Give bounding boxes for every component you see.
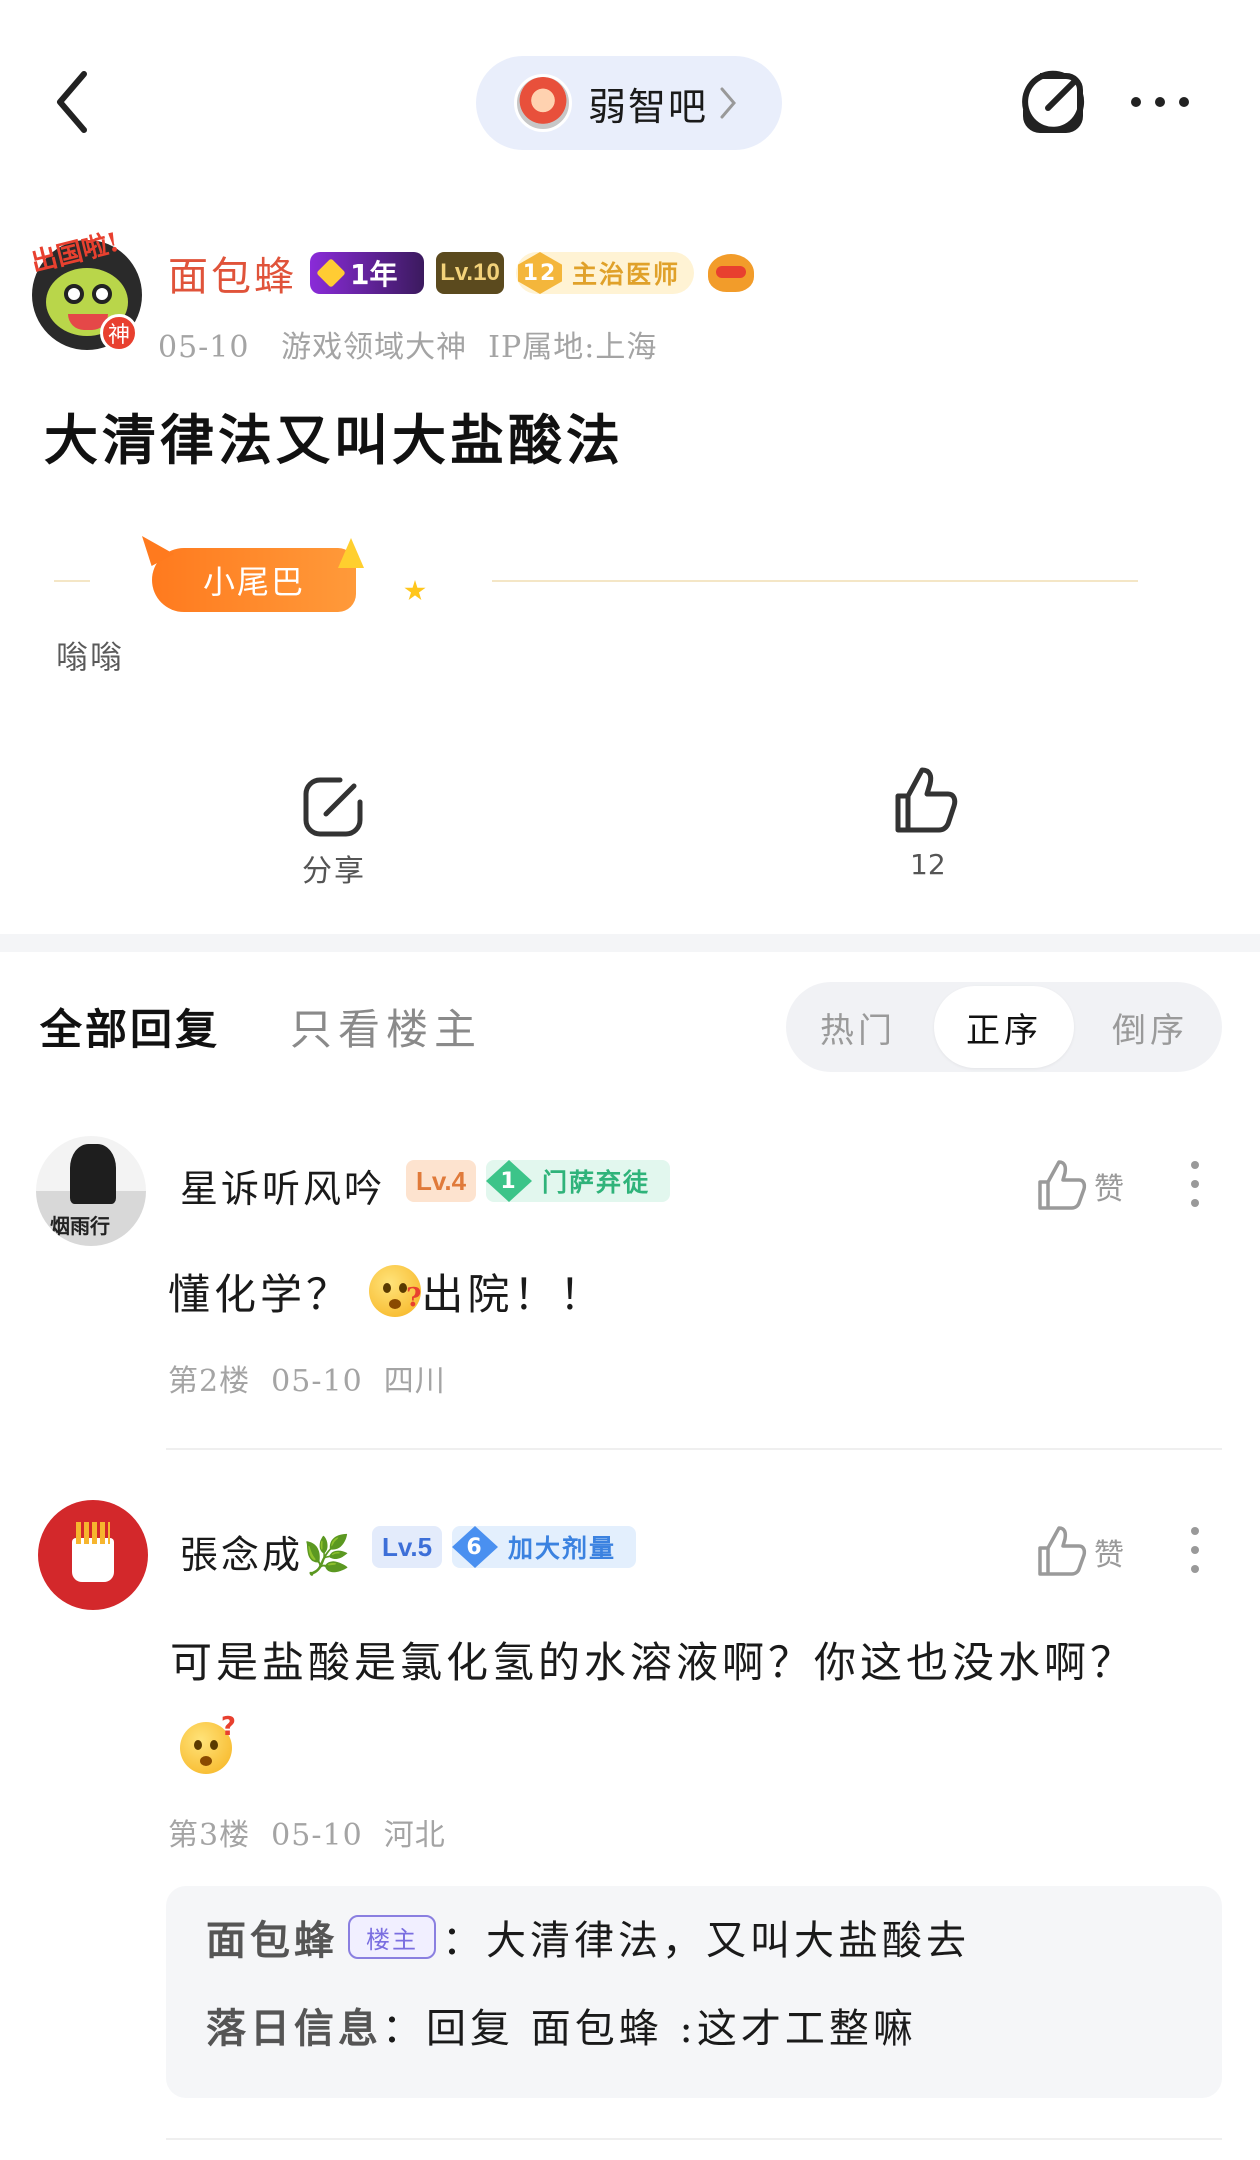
comment-text: 可是盐酸是氯化氢的水溶液啊？你这也没水啊？ <box>170 1638 1137 1687</box>
confused-emoji-icon <box>180 1712 236 1774</box>
share-label[interactable]: 分享 <box>302 846 366 890</box>
thumbs-up-icon[interactable] <box>1034 1158 1088 1212</box>
gem-icon <box>316 258 346 288</box>
more-icon[interactable] <box>1128 92 1192 112</box>
post-title: 大清律法又叫大盐酸法 <box>44 408 624 472</box>
thumbs-up-icon[interactable] <box>890 764 960 836</box>
commenter-level-badge[interactable]: Lv.4 <box>406 1160 476 1202</box>
commenter-title-badge[interactable]: 6 加大剂量 <box>452 1526 636 1568</box>
section-divider <box>0 934 1260 952</box>
member-year-badge[interactable]: 1年 <box>310 252 424 294</box>
share-icon[interactable] <box>1020 70 1086 136</box>
sub-reply-text: ：回复 面包蜂 :这才工整嘛 <box>382 2006 917 2052</box>
star-icon <box>404 580 426 601</box>
commenter-avatar[interactable] <box>36 1136 146 1246</box>
commenter-level-badge[interactable]: Lv.5 <box>372 1526 442 1568</box>
confused-emoji-icon <box>369 1255 425 1341</box>
post-date: 05-10 <box>158 330 250 365</box>
commenter-name[interactable]: 張念成🌿 <box>180 1524 353 1579</box>
post-meta: 05-10 游戏领域大神 IP属地:上海 <box>158 322 657 366</box>
sort-asc[interactable]: 正序 <box>934 986 1074 1068</box>
comment-divider <box>166 1448 1222 1450</box>
comment-divider <box>166 2138 1222 2140</box>
comment-meta: 第2楼 05-10 四川 <box>168 1364 446 1399</box>
tab-op-only[interactable]: 只看楼主 <box>290 996 482 1057</box>
author-name[interactable]: 面包蜂 <box>168 244 297 302</box>
forum-avatar <box>514 74 572 132</box>
forum-pill[interactable]: 弱智吧 <box>476 56 782 150</box>
sort-toggle: 热门 正序 倒序 <box>786 982 1222 1072</box>
sub-reply-author: 面包蜂 <box>206 1917 338 1964</box>
like-count: 12 <box>910 848 946 881</box>
sub-replies[interactable]: 面包蜂 楼主 ：大清律法，又叫大盐酸去 落日信息 ：回复 面包蜂 :这才工整嘛 <box>166 1886 1222 2098</box>
tab-all-replies[interactable]: 全部回复 <box>40 996 220 1057</box>
thumbs-up-icon[interactable] <box>1034 1524 1088 1578</box>
forum-name: 弱智吧 <box>588 84 709 129</box>
level-badge[interactable]: Lv.10 <box>436 252 504 294</box>
tail-badge: 小尾巴 <box>152 548 356 612</box>
like-label[interactable]: 赞 <box>1094 1530 1124 1574</box>
tail-text: 嗡嗡 <box>56 638 125 676</box>
post-domain: 游戏领域大神 <box>281 330 468 365</box>
post-ip: IP属地:上海 <box>488 330 658 365</box>
comment-meta: 第3楼 05-10 河北 <box>168 1818 446 1853</box>
sub-reply-text: ：大清律法，又叫大盐酸去 <box>442 1918 970 1964</box>
title-badge[interactable]: 12 主治医师 <box>516 252 694 294</box>
tail-divider-left <box>54 580 90 582</box>
vertical-more-icon[interactable] <box>1190 1160 1200 1208</box>
commenter-avatar[interactable] <box>38 1500 148 1610</box>
chevron-right-icon <box>720 87 736 119</box>
vertical-more-icon[interactable] <box>1190 1526 1200 1574</box>
sort-hot[interactable]: 热门 <box>786 982 930 1072</box>
commenter-title-badge[interactable]: 1 门萨弃徒 <box>486 1160 670 1202</box>
share-icon[interactable] <box>300 774 366 840</box>
commenter-name[interactable]: 星诉听风吟 <box>180 1158 385 1213</box>
god-badge: 神 <box>100 314 138 352</box>
sort-desc[interactable]: 倒序 <box>1078 982 1222 1072</box>
sub-reply: 落日信息 ：回复 面包蜂 :这才工整嘛 <box>206 1996 917 2054</box>
game-controller-icon <box>708 254 754 292</box>
comment-text: 懂化学？ 出院！！ <box>168 1252 605 1341</box>
sub-reply-author: 落日信息 <box>206 2005 382 2052</box>
like-label[interactable]: 赞 <box>1094 1164 1124 1208</box>
op-tag: 楼主 <box>348 1915 436 1959</box>
tail-divider-right <box>492 580 1138 582</box>
sub-reply: 面包蜂 楼主 ：大清律法，又叫大盐酸去 <box>206 1908 970 1966</box>
back-icon[interactable] <box>44 62 104 142</box>
